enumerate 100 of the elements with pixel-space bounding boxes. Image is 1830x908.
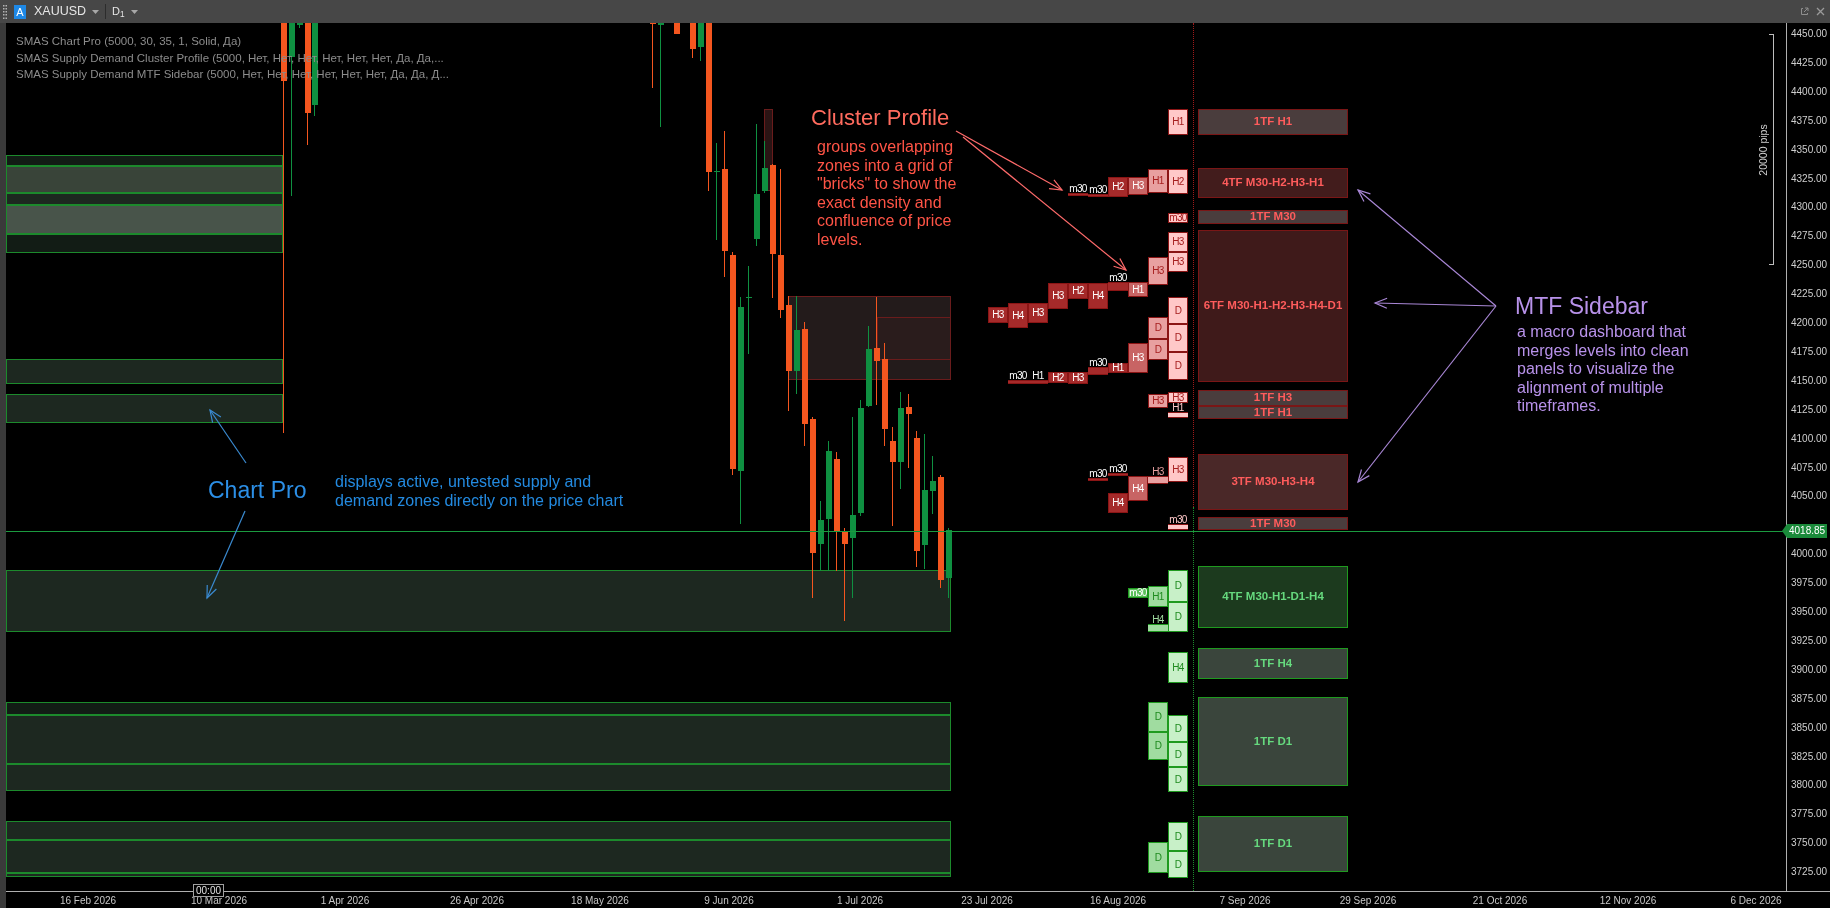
cluster-brick: H3: [1148, 394, 1168, 408]
cluster-brick: H1: [1108, 363, 1128, 373]
timeframe-selector[interactable]: D$_{1}$: [112, 2, 138, 21]
annotation-text: a macro dashboard that merges levels into clean panels to visualize the alignment of multiple timeframes.: [1517, 323, 1690, 416]
cluster-brick: D: [1168, 822, 1188, 851]
sidebar-panel: 6TF M30-H1-H2-H3-H4-D1: [1198, 230, 1348, 382]
cluster-brick: H3: [1148, 467, 1168, 484]
candle: [690, 23, 696, 59]
cluster-brick: m30: [1088, 185, 1108, 197]
annotation-text: groups overlapping zones into a grid of "bricks" to show the exact density and confluence of price levels.: [817, 138, 958, 249]
sidebar-panel: 4TF M30-H2-H3-H1: [1198, 168, 1348, 198]
indicator-label: SMAS Chart Pro (5000, 30, 35, 1, Solid, Да): [16, 34, 243, 49]
annotation-text: displays active, untested supply and demand zones directly on the price chart: [335, 473, 625, 510]
caret-icon: [92, 9, 100, 14]
date-label: 12 Nov 2026: [1599, 895, 1657, 907]
cluster-brick: H1: [1168, 403, 1188, 418]
cluster-brick: D: [1148, 842, 1168, 873]
cluster-brick: H4: [1108, 493, 1128, 513]
cluster-brick: H2: [1108, 177, 1128, 197]
symbol-selector[interactable]: XAUUSD: [34, 2, 100, 21]
current-price-label: 4018.85: [1782, 524, 1827, 538]
price-label: 4075.00: [1791, 461, 1828, 474]
cluster-brick: D: [1168, 602, 1188, 632]
symbol-badge[interactable]: A: [14, 4, 26, 19]
price-label: 3975.00: [1791, 577, 1828, 590]
cluster-brick: H3: [1168, 457, 1188, 482]
price-label: 3900.00: [1791, 663, 1828, 676]
date-label: 1 Jul 2026: [836, 895, 884, 907]
cluster-brick: m30: [1068, 184, 1088, 196]
date-label: 9 Jun 2026: [704, 895, 754, 907]
date-label: 29 Sep 2026: [1339, 895, 1397, 907]
cluster-brick: H3: [1128, 177, 1148, 195]
sidebar-panel: 1TF H4: [1198, 648, 1348, 679]
sidebar-panel: 1TF M30: [1198, 517, 1348, 530]
date-label: 7 Sep 2026: [1219, 895, 1271, 907]
price-label: 3825.00: [1791, 750, 1828, 763]
price-label: 4275.00: [1791, 230, 1828, 243]
time-cursor-label: 00:00: [193, 884, 225, 897]
cluster-brick: H1: [1168, 109, 1188, 135]
date-label: 16 Aug 2026: [1089, 895, 1147, 907]
cluster-brick: m30: [1168, 515, 1188, 530]
date-label: 6 Dec 2026: [1730, 895, 1782, 907]
price-label: 4125.00: [1791, 403, 1828, 416]
price-label: 4100.00: [1791, 432, 1828, 445]
range-label: 20000 pips: [1757, 124, 1769, 176]
caret-icon: [130, 9, 138, 14]
popout-icon[interactable]: [1800, 7, 1809, 16]
date-label: 21 Oct 2026: [1472, 895, 1528, 907]
cluster-brick: H3: [1068, 372, 1088, 384]
sidebar-panel: 1TF M30: [1198, 210, 1348, 224]
annotation-title: Chart Pro: [208, 477, 307, 503]
annotation-title: MTF Sidebar: [1515, 293, 1648, 319]
cluster-brick: H3: [1168, 232, 1188, 252]
cluster-brick: D: [1148, 732, 1168, 760]
price-label: 4050.00: [1791, 490, 1828, 503]
date-label: 1 Apr 2026: [320, 895, 370, 907]
cluster-brick: m30: [1168, 213, 1188, 223]
sidebar-panel: 1TF H1: [1198, 406, 1348, 419]
sidebar-panel: 1TF H3: [1198, 390, 1348, 406]
cluster-brick: D: [1168, 715, 1188, 742]
pointer-arrow: [209, 408, 247, 464]
cluster-brick: m30: [1008, 371, 1028, 384]
date-label: 26 Apr 2026: [450, 895, 504, 907]
price-label: 4450.00: [1791, 28, 1828, 40]
close-icon[interactable]: [1816, 7, 1825, 16]
price-label: 4375.00: [1791, 114, 1828, 127]
cluster-brick: H4: [1148, 615, 1168, 632]
sidebar-panel: 4TF M30-H1-D1-H4: [1198, 566, 1348, 628]
candle: [818, 500, 824, 572]
cluster-brick: D: [1148, 339, 1168, 360]
annotation-title: Cluster Profile: [811, 105, 950, 130]
cluster-brick: D: [1168, 742, 1188, 767]
price-label: 3925.00: [1791, 634, 1828, 647]
price-label: 4000.00: [1791, 548, 1828, 561]
cluster-brick: m30: [1108, 273, 1128, 291]
cluster-brick: H3: [1128, 343, 1148, 373]
price-label: 4175.00: [1791, 345, 1828, 358]
price-label: 4150.00: [1791, 374, 1828, 387]
price-label: 3750.00: [1791, 837, 1828, 850]
cluster-brick: H4: [1088, 283, 1108, 309]
date-label: 16 Feb 2026: [59, 895, 117, 907]
price-label: 4325.00: [1791, 172, 1828, 185]
cluster-brick: H4: [1168, 652, 1188, 683]
price-label: 3950.00: [1791, 606, 1828, 618]
candle: [698, 23, 704, 62]
cluster-brick: D: [1168, 851, 1188, 878]
cluster-brick: H1: [1148, 169, 1168, 193]
candle: [762, 140, 768, 194]
date-label: 18 May 2026: [571, 895, 629, 907]
cluster-brick: m30: [1088, 469, 1108, 481]
cluster-brick: H3: [1048, 283, 1068, 309]
cluster-brick: H1: [1148, 586, 1168, 607]
cluster-brick: H1: [1028, 371, 1048, 384]
cluster-brick: H2: [1168, 169, 1188, 194]
grip-icon[interactable]: [3, 4, 7, 19]
cluster-brick: D: [1168, 297, 1188, 324]
candle: [297, 23, 303, 29]
cluster-brick: H3: [1168, 252, 1188, 272]
cluster-brick: m30: [1108, 464, 1128, 476]
price-label: 4200.00: [1791, 317, 1828, 329]
